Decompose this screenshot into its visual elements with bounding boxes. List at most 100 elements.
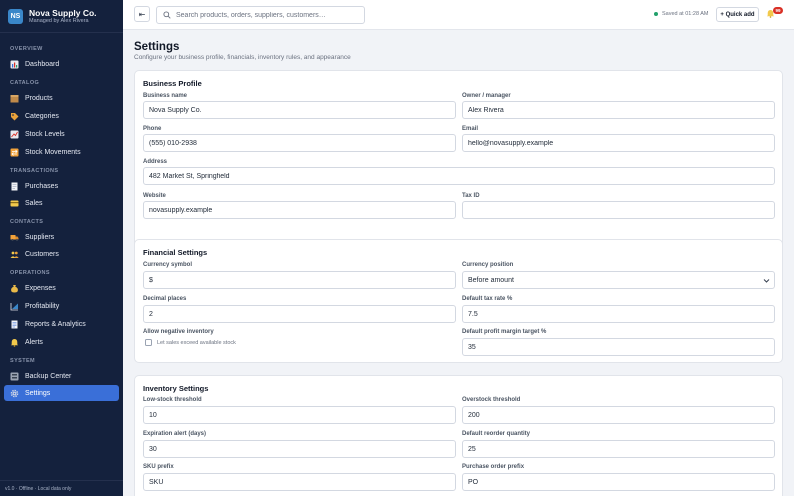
brand[interactable]: NS Nova Supply Co. Managed by Alex River… (0, 0, 123, 33)
decimal-places-input[interactable] (143, 305, 456, 323)
nav-section-catalog: CATALOG (10, 80, 40, 86)
address-input[interactable] (143, 167, 775, 185)
arrows-icon (10, 148, 19, 157)
po-prefix-input[interactable] (462, 473, 775, 491)
sidebar-item-stock-levels[interactable]: Stock Levels (4, 126, 119, 142)
email-label: Email (462, 126, 479, 132)
currency-symbol-input[interactable] (143, 271, 456, 289)
phone-label: Phone (143, 126, 162, 132)
sku-prefix-input[interactable] (143, 473, 456, 491)
receipt-icon (10, 182, 19, 191)
sidebar-item-label: Profitability (25, 302, 60, 310)
reorder-qty-input[interactable] (462, 440, 775, 458)
page-subtitle: Configure your business profile, financi… (134, 54, 351, 61)
sidebar-item-label: Settings (25, 389, 51, 397)
search-input[interactable] (176, 11, 356, 19)
sidebar-item-products[interactable]: Products (4, 90, 119, 106)
page-title: Settings (134, 41, 180, 53)
inventory-settings-card: Inventory Settings Low-stock threshold O… (134, 375, 783, 496)
sidebar-item-label: Stock Movements (25, 148, 81, 156)
tax-id-input[interactable] (462, 201, 775, 219)
owner-label: Owner / manager (462, 93, 511, 99)
nav-section-operations: OPERATIONS (10, 270, 50, 276)
save-status-text: Saved at 01:28 AM (662, 11, 709, 17)
sidebar-item-backup-center[interactable]: Backup Center (4, 368, 119, 384)
stock-chart-icon (10, 130, 19, 139)
sidebar-item-alerts[interactable]: Alerts (4, 334, 119, 350)
financial-settings-title: Financial Settings (143, 248, 208, 257)
quick-add-button[interactable]: + Quick add (716, 7, 759, 22)
sidebar-item-label: Expenses (25, 284, 56, 292)
profit-margin-input[interactable] (462, 338, 775, 356)
website-label: Website (143, 193, 166, 199)
sidebar-item-reports[interactable]: Reports & Analytics (4, 316, 119, 332)
sidebar-item-dashboard[interactable]: Dashboard (4, 56, 119, 72)
sidebar-item-customers[interactable]: Customers (4, 246, 119, 262)
sidebar-item-label: Backup Center (25, 372, 72, 380)
expiration-alert-input[interactable] (143, 440, 456, 458)
phone-input[interactable] (143, 134, 456, 152)
sidebar-item-label: Stock Levels (25, 130, 65, 138)
inventory-settings-title: Inventory Settings (143, 384, 209, 393)
backup-icon (10, 372, 19, 381)
negative-inventory-checkbox[interactable] (145, 339, 152, 346)
tax-rate-input[interactable] (462, 305, 775, 323)
truck-icon (10, 233, 19, 242)
sidebar-item-label: Suppliers (25, 233, 55, 241)
overstock-label: Overstock threshold (462, 397, 521, 403)
currency-position-select[interactable]: Before amount (462, 271, 775, 289)
owner-input[interactable] (462, 101, 775, 119)
main-content: Settings Configure your business profile… (123, 30, 794, 496)
negative-inventory-option[interactable]: Let sales exceed available stock (145, 339, 236, 346)
business-name-input[interactable] (143, 101, 456, 119)
business-profile-title: Business Profile (143, 79, 202, 88)
sidebar-item-purchases[interactable]: Purchases (4, 178, 119, 194)
search-box[interactable] (156, 6, 365, 24)
low-stock-label: Low-stock threshold (143, 397, 202, 403)
sidebar-item-settings[interactable]: Settings (4, 385, 119, 401)
sidebar-item-label: Purchases (25, 182, 59, 190)
sidebar: NS Nova Supply Co. Managed by Alex River… (0, 0, 123, 496)
tax-rate-label: Default tax rate % (462, 296, 513, 302)
collapse-sidebar-button[interactable]: ⇤ (134, 6, 150, 22)
reorder-qty-label: Default reorder quantity (462, 431, 531, 437)
website-input[interactable] (143, 201, 456, 219)
save-status: Saved at 01:28 AM (654, 11, 708, 17)
business-name-label: Business name (143, 93, 188, 99)
email-input[interactable] (462, 134, 775, 152)
sidebar-item-suppliers[interactable]: Suppliers (4, 229, 119, 245)
sidebar-footer: v1.0 · Offline · Local data only (0, 480, 123, 496)
trend-icon (10, 302, 19, 311)
sidebar-item-label: Products (25, 94, 53, 102)
sidebar-item-label: Alerts (25, 338, 43, 346)
chevron-down-icon (763, 277, 770, 284)
sidebar-item-categories[interactable]: Categories (4, 108, 119, 124)
box-icon (10, 94, 19, 103)
po-prefix-label: Purchase order prefix (462, 464, 525, 470)
negative-inventory-label: Allow negative inventory (143, 329, 214, 335)
brand-logo: NS (8, 8, 23, 24)
sidebar-item-sales[interactable]: Sales (4, 195, 119, 211)
overstock-input[interactable] (462, 406, 775, 424)
decimal-places-label: Decimal places (143, 296, 187, 302)
sidebar-item-label: Customers (25, 250, 59, 258)
sidebar-item-profitability[interactable]: Profitability (4, 298, 119, 314)
financial-settings-card: Financial Settings Currency symbol Curre… (134, 239, 783, 363)
saved-indicator-dot (654, 12, 658, 16)
brand-subtitle: Managed by Alex Rivera (29, 17, 89, 24)
topbar: ⇤ Saved at 01:28 AM + Quick add 99 (123, 0, 794, 30)
currency-position-value: Before amount (468, 276, 514, 284)
bell-icon (10, 338, 19, 347)
arrow-left-icon: ⇤ (138, 9, 146, 19)
negative-inventory-checkbox-label: Let sales exceed available stock (157, 339, 236, 346)
tag-icon (10, 112, 19, 121)
chart-icon (10, 60, 19, 69)
sidebar-item-label: Sales (25, 199, 43, 207)
sidebar-item-stock-movements[interactable]: Stock Movements (4, 144, 119, 160)
nav-section-transactions: TRANSACTIONS (10, 168, 59, 174)
low-stock-input[interactable] (143, 406, 456, 424)
sidebar-item-label: Reports & Analytics (25, 320, 86, 328)
sidebar-item-expenses[interactable]: Expenses (4, 280, 119, 296)
currency-symbol-label: Currency symbol (143, 262, 193, 268)
sidebar-item-label: Dashboard (25, 60, 60, 68)
